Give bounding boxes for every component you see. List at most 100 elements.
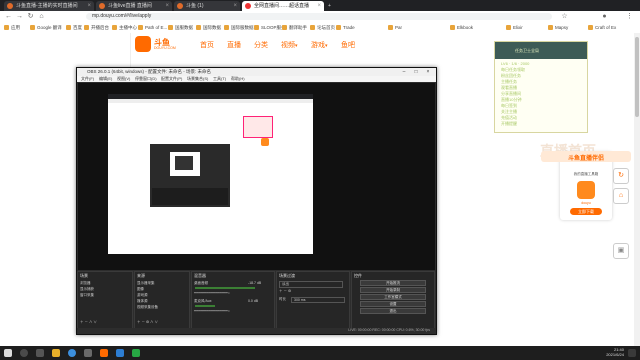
source-item[interactable]: 视频采集设备 (137, 305, 158, 310)
obs-preview[interactable] (78, 83, 435, 270)
profile-icon[interactable]: ● (600, 12, 609, 21)
url-field[interactable]: mp.douyu.com/#/live/apply (86, 13, 552, 20)
nav-video[interactable]: 视频▾ (281, 40, 298, 50)
menu-profile[interactable]: 配置文件(P) (161, 76, 182, 82)
download-button[interactable]: 立即下载 (570, 208, 602, 215)
scene-item[interactable]: 显示捕获 (80, 287, 94, 292)
close-icon[interactable]: × (422, 68, 434, 76)
volume-slider[interactable]: ━━━━━━━━━━━━━━━━○ (194, 291, 230, 295)
bookmark-item[interactable]: 国际数据 (196, 24, 221, 31)
browser-tab[interactable]: 斗鱼live直播 直播间 × (96, 1, 172, 11)
add-transition-icon[interactable]: ＋ － ⚙ (279, 289, 291, 294)
bookmark-item[interactable]: Trade (336, 24, 355, 31)
page-scrollbar[interactable] (634, 33, 640, 346)
chrome-icon[interactable] (68, 349, 76, 357)
app-taskbar-icon[interactable] (116, 349, 124, 357)
task-view-icon[interactable] (36, 349, 44, 357)
bookmark-item[interactable]: SLOOP服务 (254, 24, 286, 31)
star-icon[interactable]: ☆ (560, 12, 569, 21)
nav-home[interactable]: 首页 (200, 40, 214, 50)
studio-mode-button[interactable]: 工作室模式 (360, 294, 426, 300)
menu-view[interactable]: 视图(V) (117, 76, 130, 82)
douyu-logo-icon[interactable] (135, 36, 151, 52)
scene-item[interactable]: 窗口采集 (80, 293, 94, 298)
bookmark-item[interactable]: Elixir (506, 24, 523, 31)
bookmark-item[interactable]: Google 翻译 (30, 24, 62, 31)
add-scene-icon[interactable]: ＋ － ∧ ∨ (80, 320, 97, 325)
bookmark-item[interactable]: 国服数据 (168, 24, 193, 31)
bookmark-item[interactable]: 论坛首页 (310, 24, 335, 31)
browser-tab[interactable]: 斗鱼直播-主播的实时直播间 × (4, 1, 94, 11)
bookmark-item[interactable]: 百度 (66, 24, 82, 31)
taskbar-clock[interactable]: 21:40 2021/6/24 (606, 347, 624, 357)
obs-taskbar-icon[interactable] (84, 349, 92, 357)
bookmark-item[interactable]: Craft of Ex (588, 24, 616, 31)
reload-icon[interactable]: ↻ (26, 12, 35, 21)
bookmark-item[interactable]: 开播后台 (84, 24, 109, 31)
transitions-title: 场景过渡 (279, 273, 295, 278)
start-icon[interactable] (4, 349, 12, 357)
volume-slider[interactable]: ━━━━━━━━━━━━━━━━○ (194, 309, 230, 313)
bookmark-item[interactable]: 翻译助手 (282, 24, 307, 31)
forward-icon[interactable]: → (15, 12, 24, 21)
source-item[interactable]: 媒体源 (137, 299, 148, 304)
menu-docks[interactable]: 停靠窗口(D) (135, 76, 157, 82)
notification-icon[interactable] (628, 349, 636, 357)
obs-status-bar: LIVE: 00:00:00 REC: 00:00:00 CPU: 0.6%, … (77, 328, 436, 334)
taskbar: 21:40 2021/6/24 (0, 346, 640, 360)
bookmark-item[interactable]: Par (388, 24, 402, 31)
source-item[interactable]: 图像 (137, 287, 144, 292)
tab-favicon-icon (177, 3, 183, 9)
transitions-dock: 场景过渡 淡出 ＋ － ⚙ 时长 300 ms (276, 271, 350, 329)
menu-icon[interactable]: ⋮ (625, 12, 634, 21)
nav-game[interactable]: 游戏▾ (311, 40, 328, 50)
add-source-icon[interactable]: ＋ － ⚙ ∧ ∨ (137, 320, 158, 325)
duration-field[interactable]: 300 ms (291, 297, 345, 303)
nav-fishbar[interactable]: 鱼吧 (341, 40, 355, 50)
transition-select[interactable]: 淡出 (279, 281, 343, 288)
file-explorer-icon[interactable] (52, 349, 60, 357)
task-overlay-widget[interactable]: 任务卫士全局 LV6 · 1/6 · 2000 每日任务领取 粉丝团任务 主播任… (494, 41, 588, 133)
nav-live[interactable]: 直播 (227, 40, 241, 50)
maximize-icon[interactable]: □ (410, 68, 422, 76)
menu-help[interactable]: 帮助(H) (231, 76, 245, 82)
refresh-side-icon[interactable]: ↻ (613, 168, 629, 184)
bookmark-item[interactable]: 应用 (4, 24, 20, 31)
bookmark-item[interactable]: Mapsy (548, 24, 568, 31)
mixer-title: 混音器 (194, 273, 206, 278)
douyu-taskbar-icon[interactable] (100, 349, 108, 357)
nav-category[interactable]: 分类 (254, 40, 268, 50)
home-side-icon[interactable]: ⌂ (613, 188, 629, 204)
start-recording-button[interactable]: 开始录制 (360, 287, 426, 293)
tab-favicon-icon (245, 3, 251, 9)
search-icon[interactable] (20, 349, 28, 357)
exit-button[interactable]: 退出 (360, 308, 426, 314)
source-item[interactable]: 显示器采集 (137, 281, 155, 286)
obs-window[interactable]: OBS 26.0.1 (64bit, windows) - 配置文件: 未命名 … (76, 67, 437, 335)
settings-button[interactable]: 设置 (360, 301, 426, 307)
start-streaming-button[interactable]: 开始推流 (360, 280, 426, 286)
bookmark-item[interactable]: Elkbook (450, 24, 473, 31)
menu-edit[interactable]: 编辑(E) (99, 76, 112, 82)
new-tab-button[interactable]: + (326, 1, 336, 11)
volume-meter (195, 287, 255, 289)
source-item[interactable]: 游戏源 (137, 293, 148, 298)
back-icon[interactable]: ← (4, 12, 13, 21)
scene-item[interactable]: 浏览器 (80, 281, 91, 286)
menu-file[interactable]: 文件(F) (81, 76, 94, 82)
expand-side-icon[interactable]: ▣ (613, 243, 629, 259)
bookmark-item[interactable]: 国际服数据 (224, 24, 254, 31)
tab-close-icon[interactable]: × (317, 1, 321, 11)
home-icon[interactable]: ⌂ (37, 12, 46, 21)
tab-close-icon[interactable]: × (233, 1, 237, 11)
minimize-icon[interactable]: – (398, 68, 410, 76)
menu-tools[interactable]: 工具(T) (213, 76, 226, 82)
menu-scene-collection[interactable]: 场景集合(S) (187, 76, 208, 82)
tab-close-icon[interactable]: × (165, 1, 169, 11)
bookmark-item[interactable]: 主播中心 (112, 24, 137, 31)
browser-tab-active[interactable]: 全网直播间……超话直播 × (242, 1, 324, 11)
browser-tab[interactable]: 斗鱼 (1) × (174, 1, 240, 11)
wechat-icon[interactable] (132, 349, 140, 357)
tab-close-icon[interactable]: × (87, 1, 91, 11)
bookmark-item[interactable]: Path of E... (138, 24, 167, 31)
